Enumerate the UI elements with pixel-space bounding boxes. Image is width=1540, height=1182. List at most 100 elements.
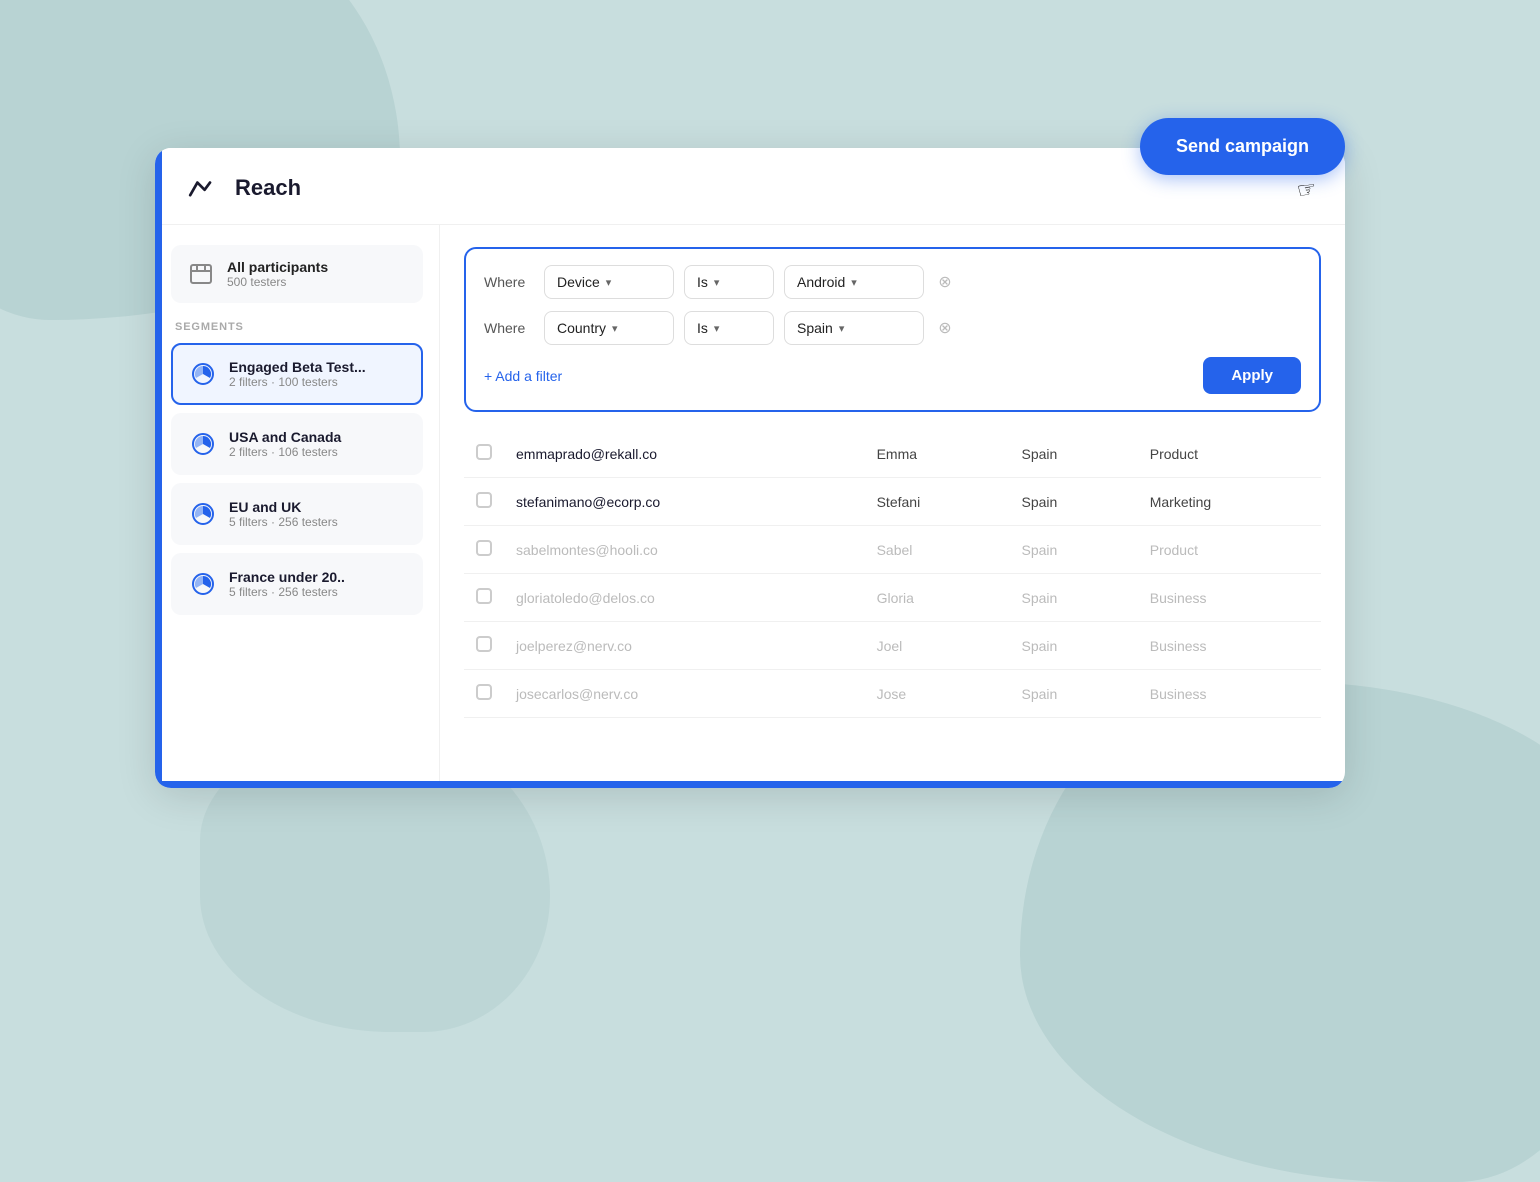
country-cell-5: Spain	[1010, 670, 1138, 718]
row-checkbox-cell[interactable]	[464, 526, 504, 574]
role-cell-5: Business	[1138, 670, 1321, 718]
filter1-value-text: Android	[797, 274, 845, 290]
remove-filter2-button[interactable]: ⊗	[934, 317, 956, 339]
segment-text-engaged-beta: Engaged Beta Test... 2 filters · 100 tes…	[229, 359, 366, 389]
row-checkbox-cell[interactable]	[464, 574, 504, 622]
filter1-operator-value: Is	[697, 274, 708, 290]
all-participants-count: 500 testers	[227, 275, 328, 289]
country-cell-0: Spain	[1010, 430, 1138, 478]
table-row: sabelmontes@hooli.co Sabel Spain Product	[464, 526, 1321, 574]
filter2-value-select[interactable]: Spain ▾	[784, 311, 924, 345]
country-cell-4: Spain	[1010, 622, 1138, 670]
table-row: joelperez@nerv.co Joel Spain Business	[464, 622, 1321, 670]
filter2-operator-chevron: ▾	[714, 322, 720, 335]
segments-label: SEGMENTS	[171, 321, 423, 333]
filters-actions: + Add a filter Apply	[484, 357, 1301, 394]
table-row: josecarlos@nerv.co Jose Spain Business	[464, 670, 1321, 718]
email-cell-3: gloriatoledo@delos.co	[504, 574, 865, 622]
segment-title-engaged-beta: Engaged Beta Test...	[229, 359, 366, 375]
sidebar-item-eu-uk[interactable]: EU and UK 5 filters · 256 testers	[171, 483, 423, 545]
role-cell-1: Marketing	[1138, 478, 1321, 526]
role-cell-4: Business	[1138, 622, 1321, 670]
email-cell-1: stefanimano@ecorp.co	[504, 478, 865, 526]
filter2-value-chevron: ▾	[839, 322, 845, 335]
segment-subtitle-usa-canada: 2 filters · 106 testers	[229, 445, 341, 459]
segment-text-eu-uk: EU and UK 5 filters · 256 testers	[229, 499, 338, 529]
app-logo	[183, 170, 219, 206]
filter2-operator-value: Is	[697, 320, 708, 336]
segment-title-eu-uk: EU and UK	[229, 499, 338, 515]
row-checkbox-cell[interactable]	[464, 430, 504, 478]
segments-list: Engaged Beta Test... 2 filters · 100 tes…	[171, 343, 423, 615]
row-checkbox-cell[interactable]	[464, 622, 504, 670]
row-checkbox-3[interactable]	[476, 588, 492, 604]
segment-title-france-under-20: France under 20..	[229, 569, 345, 585]
filter2-where-label: Where	[484, 320, 534, 336]
segment-icon-engaged-beta	[189, 360, 217, 388]
segment-icon-eu-uk	[189, 500, 217, 528]
role-cell-0: Product	[1138, 430, 1321, 478]
filter1-field-value: Device	[557, 274, 600, 290]
segment-icon-usa-canada	[189, 430, 217, 458]
email-cell-5: josecarlos@nerv.co	[504, 670, 865, 718]
filter2-field-chevron: ▾	[612, 322, 618, 335]
card-body: All participants 500 testers SEGMENTS En…	[155, 225, 1345, 788]
table-row: stefanimano@ecorp.co Stefani Spain Marke…	[464, 478, 1321, 526]
row-checkbox-1[interactable]	[476, 492, 492, 508]
row-checkbox-0[interactable]	[476, 444, 492, 460]
filter-row-1: Where Device ▾ Is ▾ Android ▾ ⊗	[484, 265, 1301, 299]
filter-row-2: Where Country ▾ Is ▾ Spain ▾ ⊗	[484, 311, 1301, 345]
testers-table-section: emmaprado@rekall.co Emma Spain Product s…	[464, 430, 1321, 788]
segment-subtitle-engaged-beta: 2 filters · 100 testers	[229, 375, 366, 389]
name-cell-5: Jose	[865, 670, 1010, 718]
sidebar-item-engaged-beta[interactable]: Engaged Beta Test... 2 filters · 100 tes…	[171, 343, 423, 405]
filter2-value-text: Spain	[797, 320, 833, 336]
all-participants-item[interactable]: All participants 500 testers	[171, 245, 423, 303]
remove-filter1-button[interactable]: ⊗	[934, 271, 956, 293]
country-cell-3: Spain	[1010, 574, 1138, 622]
country-cell-1: Spain	[1010, 478, 1138, 526]
filter2-operator-select[interactable]: Is ▾	[684, 311, 774, 345]
filter1-value-chevron: ▾	[851, 276, 857, 289]
filter1-where-label: Where	[484, 274, 534, 290]
send-campaign-container: Send campaign ☞	[1140, 118, 1345, 175]
row-checkbox-cell[interactable]	[464, 478, 504, 526]
role-cell-2: Product	[1138, 526, 1321, 574]
main-content: Where Device ▾ Is ▾ Android ▾ ⊗	[440, 225, 1345, 788]
testers-table: emmaprado@rekall.co Emma Spain Product s…	[464, 430, 1321, 718]
add-filter-button[interactable]: + Add a filter	[484, 368, 562, 384]
all-participants-label: All participants	[227, 259, 328, 275]
filter2-field-value: Country	[557, 320, 606, 336]
page-title: Reach	[235, 175, 1315, 201]
row-checkbox-cell[interactable]	[464, 670, 504, 718]
segment-title-usa-canada: USA and Canada	[229, 429, 341, 445]
send-campaign-button[interactable]: Send campaign	[1140, 118, 1345, 175]
row-checkbox-5[interactable]	[476, 684, 492, 700]
sidebar-item-france-under-20[interactable]: France under 20.. 5 filters · 256 tester…	[171, 553, 423, 615]
name-cell-4: Joel	[865, 622, 1010, 670]
all-participants-text: All participants 500 testers	[227, 259, 328, 289]
filter1-field-chevron: ▾	[606, 276, 612, 289]
email-cell-4: joelperez@nerv.co	[504, 622, 865, 670]
main-card: Reach All participants 500 testers SEGME…	[155, 148, 1345, 788]
name-cell-2: Sabel	[865, 526, 1010, 574]
table-row: gloriatoledo@delos.co Gloria Spain Busin…	[464, 574, 1321, 622]
filters-box: Where Device ▾ Is ▾ Android ▾ ⊗	[464, 247, 1321, 412]
apply-button[interactable]: Apply	[1203, 357, 1301, 394]
filter1-operator-chevron: ▾	[714, 276, 720, 289]
filter2-field-select[interactable]: Country ▾	[544, 311, 674, 345]
segment-text-usa-canada: USA and Canada 2 filters · 106 testers	[229, 429, 341, 459]
filter1-operator-select[interactable]: Is ▾	[684, 265, 774, 299]
row-checkbox-2[interactable]	[476, 540, 492, 556]
sidebar-item-usa-canada[interactable]: USA and Canada 2 filters · 106 testers	[171, 413, 423, 475]
sidebar: All participants 500 testers SEGMENTS En…	[155, 225, 440, 788]
name-cell-1: Stefani	[865, 478, 1010, 526]
table-row: emmaprado@rekall.co Emma Spain Product	[464, 430, 1321, 478]
country-cell-2: Spain	[1010, 526, 1138, 574]
filter1-value-select[interactable]: Android ▾	[784, 265, 924, 299]
segment-subtitle-eu-uk: 5 filters · 256 testers	[229, 515, 338, 529]
filter1-field-select[interactable]: Device ▾	[544, 265, 674, 299]
row-checkbox-4[interactable]	[476, 636, 492, 652]
name-cell-0: Emma	[865, 430, 1010, 478]
segment-text-france-under-20: France under 20.. 5 filters · 256 tester…	[229, 569, 345, 599]
